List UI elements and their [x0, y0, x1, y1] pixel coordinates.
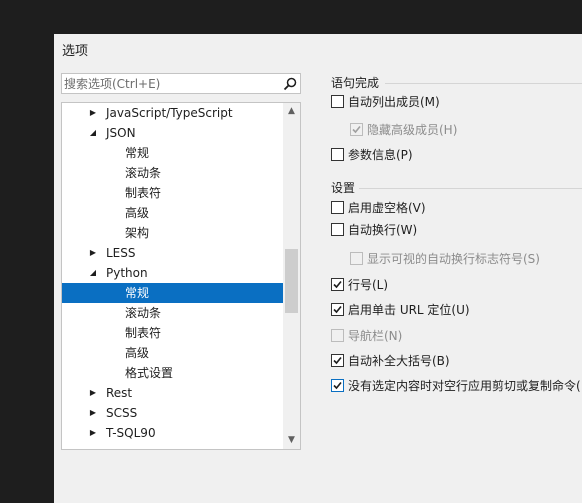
option-label: 启用虚空格(V): [348, 201, 426, 215]
settings-title: 设置: [331, 181, 356, 195]
tree-item[interactable]: ▶ Rest: [62, 383, 283, 403]
search-icon[interactable]: [283, 77, 297, 91]
checkbox-checked-icon[interactable]: [331, 303, 344, 316]
tree-item-label: 格式设置: [125, 366, 174, 380]
chevron-right-icon[interactable]: ▶: [88, 403, 98, 423]
tree-item[interactable]: 制表符: [62, 183, 283, 203]
checkbox-unchecked-icon: [350, 252, 363, 265]
checkbox-unchecked-icon[interactable]: [331, 223, 344, 236]
tree-item[interactable]: 高级: [62, 343, 283, 363]
chevron-expanded-icon[interactable]: ◢: [88, 123, 98, 143]
tree-item-label: 制表符: [125, 186, 162, 200]
chevron-right-icon[interactable]: ▶: [88, 103, 98, 123]
tree-item-label: 常规: [125, 146, 150, 160]
tree-item[interactable]: 架构: [62, 223, 283, 243]
checkbox-checked-icon[interactable]: [331, 379, 344, 392]
tree-item[interactable]: 滚动条: [62, 163, 283, 183]
chevron-expanded-icon[interactable]: ◢: [88, 263, 98, 283]
tree-item-label: SCSS: [106, 406, 138, 420]
tree-item-label: JavaScript/TypeScript: [106, 106, 233, 120]
tree-item-label: LESS: [106, 246, 136, 260]
tree-item-label: Rest: [106, 386, 133, 400]
search-input[interactable]: [64, 75, 278, 92]
group-divider: [359, 188, 582, 189]
tree-item-label: 架构: [125, 226, 150, 240]
options-dialog: 选项 ▶JavaScript/TypeScript◢JSON常规滚动条制表符高级…: [54, 34, 582, 503]
tree-item[interactable]: ◢ Python: [62, 263, 283, 283]
option-label: 启用单击 URL 定位(U): [348, 303, 470, 317]
tree-item[interactable]: 常规: [62, 283, 283, 303]
tree-item[interactable]: ▶ T-SQL90: [62, 423, 283, 443]
tree-item-label: Python: [106, 266, 148, 280]
statement-completion-title: 语句完成: [331, 76, 380, 90]
group-divider: [385, 83, 582, 84]
chevron-right-icon[interactable]: ▶: [88, 243, 98, 263]
background-strip: [0, 0, 582, 34]
tree-item[interactable]: ▶ SCSS: [62, 403, 283, 423]
checkbox-checked-icon[interactable]: [331, 278, 344, 291]
scroll-thumb[interactable]: [285, 249, 298, 313]
tree-item-label: 制表符: [125, 326, 162, 340]
tree-item[interactable]: 滚动条: [62, 303, 283, 323]
tree-item-label: 滚动条: [125, 306, 162, 320]
chevron-right-icon[interactable]: ▶: [88, 383, 98, 403]
option-label: 自动列出成员(M): [348, 95, 440, 109]
tree-item[interactable]: ◢ JSON: [62, 123, 283, 143]
tree-item[interactable]: 格式设置: [62, 363, 283, 383]
tree-item-label: 高级: [125, 346, 150, 360]
tree-item-label: 高级: [125, 206, 150, 220]
options-tree: ▶ JavaScript/TypeScript ◢ JSON 常规 滚动条 制表符 高级 架构 ▶…: [61, 102, 301, 450]
tree-item-label: JSON: [106, 126, 136, 140]
checkbox-unchecked-icon[interactable]: [331, 201, 344, 214]
option-label: 行号(L): [348, 278, 389, 292]
option-label: 显示可视的自动换行标志符号(S): [367, 252, 540, 266]
tree-item-label: T-SQL90: [106, 426, 156, 440]
tree-scrollbar[interactable]: ▲ ▼: [283, 103, 300, 449]
tree-item[interactable]: 高级: [62, 203, 283, 223]
search-box[interactable]: [61, 73, 301, 94]
tree-item[interactable]: 制表符: [62, 323, 283, 343]
tree-item[interactable]: 常规: [62, 143, 283, 163]
checkbox-checked-icon: [350, 123, 363, 136]
tree-item[interactable]: ▶ LESS: [62, 243, 283, 263]
scroll-up-icon[interactable]: ▲: [283, 103, 300, 120]
option-label: 自动补全大括号(B): [348, 354, 450, 368]
dialog-title: 选项: [62, 44, 89, 59]
checkbox-unchecked-icon[interactable]: [331, 148, 344, 161]
checkbox-checked-icon[interactable]: [331, 354, 344, 367]
tree-item-label: 常规: [125, 286, 150, 300]
scroll-down-icon[interactable]: ▼: [283, 432, 300, 449]
option-label: 导航栏(N): [348, 329, 403, 343]
checkbox-unchecked-icon: [331, 329, 344, 342]
option-label: 没有选定内容时对空行应用剪切或复制命令(: [348, 379, 581, 393]
option-label: 隐藏高级成员(H): [367, 123, 458, 137]
chevron-right-icon[interactable]: ▶: [88, 423, 98, 443]
checkbox-unchecked-icon[interactable]: [331, 95, 344, 108]
option-label: 自动换行(W): [348, 223, 418, 237]
option-label: 参数信息(P): [348, 148, 413, 162]
tree-item-label: 滚动条: [125, 166, 162, 180]
tree-item[interactable]: ▶ JavaScript/TypeScript: [62, 103, 283, 123]
